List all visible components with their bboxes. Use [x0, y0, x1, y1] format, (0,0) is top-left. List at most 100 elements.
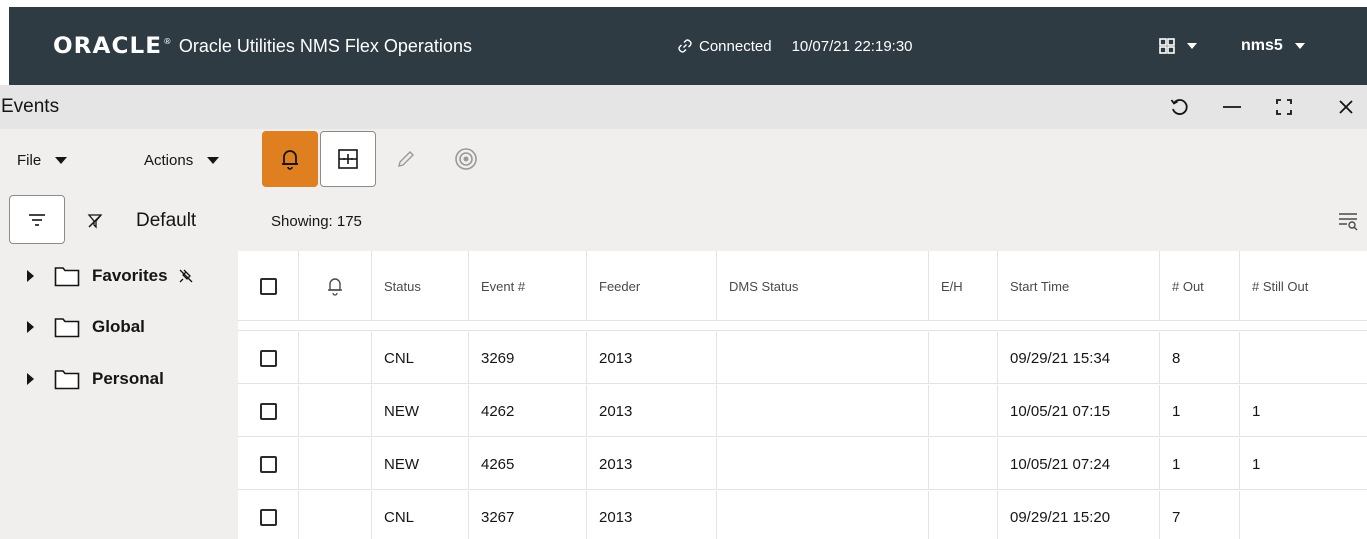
eh-cell — [928, 438, 997, 490]
edit-button[interactable] — [378, 131, 434, 187]
tree-item-favorites[interactable]: Favorites — [0, 256, 194, 296]
out-cell: 7 — [1159, 491, 1239, 539]
row-select-cell — [238, 332, 298, 384]
oracle-logo: ORACLE® — [53, 33, 173, 59]
saved-filter-name[interactable]: Default — [136, 191, 196, 251]
start-time-cell: 10/05/21 07:24 — [997, 438, 1159, 490]
feeder-cell: 2013 — [586, 491, 716, 539]
column-search-button[interactable] — [1337, 191, 1359, 251]
row-checkbox[interactable] — [259, 455, 277, 473]
feeder-cell: 2013 — [586, 332, 716, 384]
tree-item-personal[interactable]: Personal — [0, 359, 164, 399]
select-all-checkbox[interactable] — [259, 277, 277, 295]
column-header-feeder[interactable]: Feeder — [586, 251, 716, 321]
dms-status-cell — [716, 491, 928, 539]
chevron-right-icon — [27, 270, 34, 282]
file-menu[interactable]: File — [17, 129, 68, 191]
still-out-cell — [1239, 332, 1367, 384]
connection-status: Connected 10/07/21 22:19:30 — [677, 7, 913, 85]
row-checkbox[interactable] — [259, 508, 277, 526]
apps-grid-menu[interactable] — [1159, 7, 1197, 85]
showing-count: Showing: 175 — [271, 212, 362, 230]
alarm-cell — [298, 332, 371, 384]
column-header-dms-status[interactable]: DMS Status — [716, 251, 928, 321]
table-row[interactable]: CNL 3269 2013 09/29/21 15:34 8 — [238, 332, 1367, 384]
file-menu-label: File — [17, 151, 42, 169]
bell-icon — [282, 150, 298, 170]
status-cell: CNL — [371, 332, 468, 384]
toolbar: File Actions — [0, 129, 1367, 191]
app-header: ORACLE® Oracle Utilities NMS Flex Operat… — [0, 0, 1367, 85]
eh-cell — [928, 332, 997, 384]
pencil-icon — [398, 151, 414, 167]
alarm-cell — [298, 385, 371, 437]
alarm-toggle-button[interactable] — [262, 131, 318, 187]
column-search-icon — [1339, 213, 1358, 231]
chevron-down-icon — [55, 156, 68, 164]
actions-menu[interactable]: Actions — [144, 129, 220, 191]
row-checkbox[interactable] — [259, 349, 277, 367]
dms-status-cell — [716, 438, 928, 490]
connection-label: Connected — [699, 37, 772, 55]
current-datetime: 10/07/21 22:19:30 — [791, 37, 913, 55]
refresh-icon — [1170, 99, 1188, 115]
alarm-cell — [298, 438, 371, 490]
eh-cell — [928, 385, 997, 437]
feeder-cell: 2013 — [586, 385, 716, 437]
chevron-down-icon — [1187, 43, 1197, 49]
pin-off-icon[interactable] — [178, 268, 194, 284]
event-cell: 3267 — [468, 491, 586, 539]
clear-filter-button[interactable] — [87, 191, 103, 251]
target-button[interactable] — [438, 131, 494, 187]
column-header-still-out[interactable]: # Still Out — [1239, 251, 1367, 321]
minimize-icon — [1223, 106, 1241, 108]
link-icon — [678, 39, 692, 53]
column-header-start-time[interactable]: Start Time — [997, 251, 1159, 321]
column-header-status[interactable]: Status — [371, 251, 468, 321]
table-row[interactable]: CNL 3267 2013 09/29/21 15:20 7 — [238, 491, 1367, 539]
alarm-cell — [298, 491, 371, 539]
filter-lines-icon — [29, 213, 45, 226]
filter-folder-tree: Favorites Global Personal — [0, 251, 238, 539]
window-title: Events — [1, 96, 60, 117]
chevron-right-icon — [27, 321, 34, 333]
row-select-cell — [238, 385, 298, 437]
close-icon — [1339, 100, 1353, 114]
minimize-button[interactable] — [1214, 85, 1250, 129]
filter-bar: Default Showing: 175 — [0, 191, 1367, 251]
chevron-down-icon — [1294, 43, 1305, 49]
row-checkbox[interactable] — [259, 402, 277, 420]
column-header-event[interactable]: Event # — [468, 251, 586, 321]
filter-button[interactable] — [9, 195, 65, 244]
window-titlebar: Events — [0, 85, 1367, 129]
eh-cell — [928, 491, 997, 539]
refresh-button[interactable] — [1161, 85, 1197, 129]
chevron-right-icon — [27, 373, 34, 385]
expand-box-icon — [338, 149, 358, 169]
start-time-cell: 09/29/21 15:20 — [997, 491, 1159, 539]
user-menu[interactable]: nms5 — [1241, 7, 1305, 85]
dms-status-cell — [716, 332, 928, 384]
target-icon — [455, 148, 477, 170]
app-header-bar: ORACLE® Oracle Utilities NMS Flex Operat… — [9, 7, 1367, 85]
select-all-cell — [238, 251, 298, 321]
table-row[interactable]: NEW 4265 2013 10/05/21 07:24 1 1 — [238, 438, 1367, 490]
actions-menu-label: Actions — [144, 151, 194, 169]
table-row[interactable]: NEW 4262 2013 10/05/21 07:15 1 1 — [238, 385, 1367, 437]
tree-item-global[interactable]: Global — [0, 307, 145, 347]
column-header-eh[interactable]: E/H — [928, 251, 997, 321]
start-time-cell: 10/05/21 07:15 — [997, 385, 1159, 437]
tree-item-label: Favorites — [92, 266, 168, 285]
status-cell: NEW — [371, 438, 468, 490]
start-time-cell: 09/29/21 15:34 — [997, 332, 1159, 384]
status-cell: CNL — [371, 491, 468, 539]
user-name: nms5 — [1241, 37, 1283, 54]
column-header-alarm[interactable] — [298, 251, 371, 321]
maximize-button[interactable] — [1266, 85, 1302, 129]
column-header-out[interactable]: # Out — [1159, 251, 1239, 321]
close-button[interactable] — [1328, 85, 1364, 129]
expand-event-button[interactable] — [320, 131, 376, 187]
still-out-cell — [1239, 491, 1367, 539]
still-out-cell: 1 — [1239, 438, 1367, 490]
event-cell: 3269 — [468, 332, 586, 384]
